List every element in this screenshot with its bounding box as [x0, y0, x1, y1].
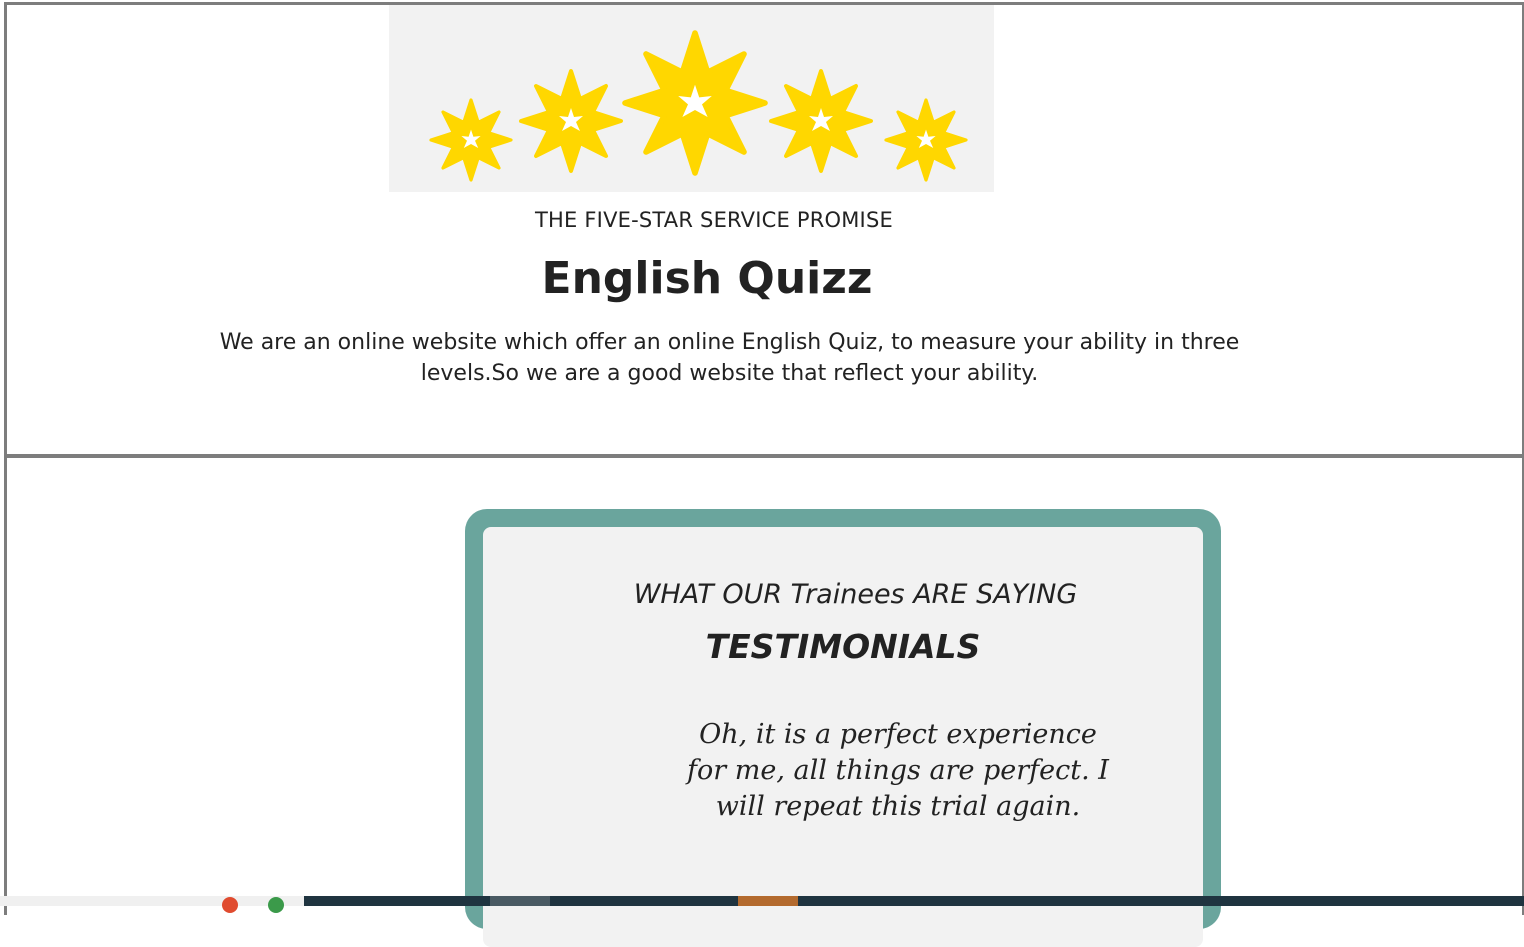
testimonial-frame: WHAT OUR Trainees ARE SAYING TESTIMONIAL…: [465, 509, 1221, 947]
testimonials-kicker: WHAT OUR Trainees ARE SAYING: [633, 579, 1078, 610]
green-app-icon[interactable]: [268, 897, 284, 913]
five-stars-image: [389, 5, 994, 192]
hero-section: THE FIVE-STAR SERVICE PROMISE English Qu…: [4, 2, 1524, 457]
intro-paragraph: We are an online website which offer an …: [219, 330, 1240, 386]
testimonial-card: WHAT OUR Trainees ARE SAYING TESTIMONIAL…: [483, 527, 1203, 947]
testimonials-heading: TESTIMONIALS: [705, 627, 981, 666]
star-icon: [519, 69, 623, 173]
taskbar: [0, 896, 1524, 913]
taskbar-app-button[interactable]: [738, 896, 798, 906]
taskbar-app-area: [304, 896, 1524, 906]
red-app-icon[interactable]: [222, 897, 238, 913]
star-icon: [769, 69, 873, 173]
page-title: English Quizz: [541, 253, 873, 304]
stars-graphic: [429, 5, 968, 182]
star-icon: [429, 98, 513, 182]
taskbar-app-button[interactable]: [490, 896, 550, 906]
testimonials-section: WHAT OUR Trainees ARE SAYING TESTIMONIAL…: [4, 455, 1524, 947]
promise-heading: THE FIVE-STAR SERVICE PROMISE: [535, 208, 893, 232]
star-icon: [884, 98, 968, 182]
star-icon: [625, 33, 765, 173]
testimonial-quote: Oh, it is a perfect experience for me, a…: [687, 719, 1109, 822]
